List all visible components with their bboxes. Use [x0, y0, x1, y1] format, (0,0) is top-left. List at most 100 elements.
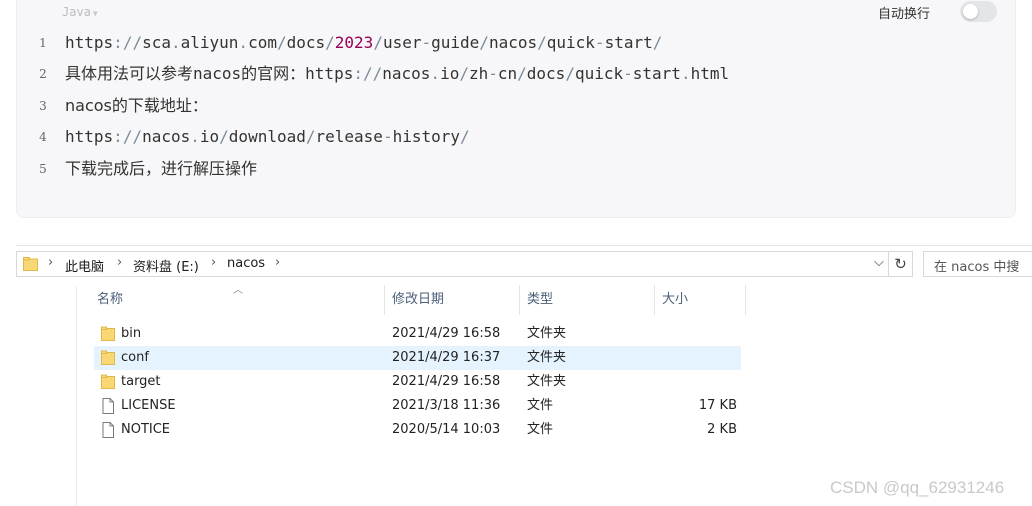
- code-token: .: [190, 127, 200, 146]
- code-token: 下载完成后，进行解压操作: [65, 159, 258, 178]
- code-token: com: [248, 33, 277, 52]
- code-token: /: [459, 64, 469, 83]
- code-token: /: [276, 33, 287, 52]
- wrap-toggle-switch[interactable]: [960, 1, 997, 22]
- code-token: quick: [546, 33, 595, 52]
- address-history-dropdown-icon[interactable]: ⌵: [874, 255, 884, 270]
- code-token: :: [113, 127, 123, 146]
- refresh-button[interactable]: ↻: [889, 251, 913, 277]
- code-block: Java ▼ 自动换行 1 https://sca.aliyun.com/docs/…: [16, 0, 1016, 218]
- code-language-selector[interactable]: Java ▼: [62, 5, 98, 19]
- code-token: /: [460, 127, 470, 146]
- code-token: .: [680, 64, 691, 83]
- column-header-name[interactable]: 名称: [97, 285, 123, 315]
- code-token: https: [65, 33, 114, 52]
- file-row[interactable]: target 2021/4/29 16:58 文件夹: [94, 370, 741, 394]
- code-line-text: https://sca.aliyun.com/docs/2023/user-gu…: [65, 31, 662, 55]
- code-line-text: https://nacos.io/download/release-histor…: [65, 125, 470, 149]
- code-token: :: [113, 33, 123, 52]
- column-header-type[interactable]: 类型: [527, 285, 553, 315]
- file-row[interactable]: conf 2021/4/29 16:37 文件夹: [94, 346, 741, 370]
- code-token: /: [325, 33, 335, 52]
- code-line-text: nacos的下载地址：: [65, 94, 208, 118]
- file-modified: 2020/5/14 10:03: [392, 422, 501, 437]
- address-bar[interactable]: › 此电脑 › 资料盘 (E:) › nacos › ⌵: [16, 251, 889, 277]
- file-modified: 2021/3/18 11:36: [392, 398, 501, 413]
- file-type: 文件夹: [527, 350, 567, 365]
- code-token: release: [315, 127, 383, 146]
- line-number: 2: [39, 67, 47, 81]
- code-token: //: [122, 33, 143, 52]
- breadcrumb-this-pc[interactable]: 此电脑: [65, 256, 104, 275]
- code-token: quick: [574, 64, 624, 83]
- folder-icon: [100, 374, 116, 390]
- code-token: -: [421, 33, 432, 52]
- file-size: 2 KB: [707, 422, 737, 437]
- file-row[interactable]: NOTICE 2020/5/14 10:03 文件 2 KB: [94, 418, 741, 442]
- code-token: docs: [286, 33, 326, 52]
- code-token: user: [382, 33, 422, 52]
- folder-icon: [23, 257, 38, 271]
- breadcrumb-chevron-icon[interactable]: ›: [48, 255, 53, 270]
- code-token: history: [392, 127, 461, 146]
- wrap-toggle-label: 自动换行: [878, 7, 931, 22]
- column-header-size[interactable]: 大小: [662, 285, 688, 315]
- code-token: -: [594, 33, 605, 52]
- file-name: conf: [121, 350, 149, 365]
- code-token: nacos的下载地址：: [65, 96, 208, 115]
- file-row[interactable]: bin 2021/4/29 16:58 文件夹: [94, 322, 741, 346]
- file-type: 文件: [527, 398, 554, 413]
- file-type: 文件夹: [527, 326, 567, 341]
- code-token: .: [170, 33, 181, 52]
- column-divider[interactable]: [745, 285, 746, 315]
- file-modified: 2021/4/29 16:37: [392, 350, 501, 365]
- line-number: 5: [39, 162, 47, 176]
- refresh-icon: ↻: [894, 255, 907, 273]
- code-token: :: [353, 64, 363, 83]
- code-token: nacos: [142, 127, 191, 146]
- code-token: download: [228, 127, 306, 146]
- code-token: docs: [526, 64, 566, 83]
- file-name: LICENSE: [121, 398, 176, 413]
- code-token: cn: [497, 64, 518, 83]
- code-token: .: [430, 64, 441, 83]
- code-token: sca: [142, 33, 171, 52]
- line-number: 3: [39, 99, 47, 113]
- code-token: io: [440, 64, 460, 83]
- breadcrumb-chevron-icon[interactable]: ›: [117, 255, 122, 270]
- code-token: io: [199, 127, 220, 146]
- breadcrumb-chevron-icon[interactable]: ›: [211, 255, 216, 270]
- file-name: target: [121, 374, 161, 389]
- column-divider[interactable]: [519, 285, 520, 315]
- watermark: CSDN @qq_62931246: [830, 478, 1005, 497]
- code-line-text: 具体用法可以参考nacos的官网：https://nacos.io/zh-cn/…: [65, 62, 729, 86]
- file-row[interactable]: LICENSE 2021/3/18 11:36 文件 17 KB: [94, 394, 741, 418]
- breadcrumb-drive[interactable]: 资料盘 (E:): [133, 256, 199, 275]
- sort-ascending-icon: ︿: [233, 285, 243, 296]
- code-token: /: [479, 33, 489, 52]
- code-token: /: [565, 64, 575, 83]
- code-line-text: 下载完成后，进行解压操作: [65, 157, 257, 181]
- code-token: //: [122, 127, 143, 146]
- code-token: https: [65, 127, 114, 146]
- code-language-label: Java: [62, 5, 91, 19]
- file-type: 文件夹: [527, 374, 567, 389]
- code-token: .: [238, 33, 249, 52]
- code-token: zh: [468, 64, 489, 83]
- file-name: bin: [121, 326, 142, 341]
- breadcrumb-chevron-icon[interactable]: ›: [275, 255, 280, 270]
- code-token: //: [362, 64, 383, 83]
- chevron-down-icon: ▼: [92, 9, 98, 18]
- column-header-modified[interactable]: 修改日期: [392, 285, 444, 315]
- column-divider[interactable]: [654, 285, 655, 315]
- code-token: guide: [431, 33, 480, 52]
- line-number: 1: [39, 36, 47, 50]
- code-token: -: [623, 64, 633, 83]
- file-icon: [100, 398, 116, 414]
- column-divider[interactable]: [384, 285, 385, 315]
- code-token: nacos: [382, 64, 431, 83]
- breadcrumb-nacos[interactable]: nacos: [227, 256, 265, 271]
- file-modified: 2021/4/29 16:58: [392, 326, 501, 341]
- code-token: -: [488, 64, 498, 83]
- search-input[interactable]: 在 nacos 中搜: [923, 251, 1032, 277]
